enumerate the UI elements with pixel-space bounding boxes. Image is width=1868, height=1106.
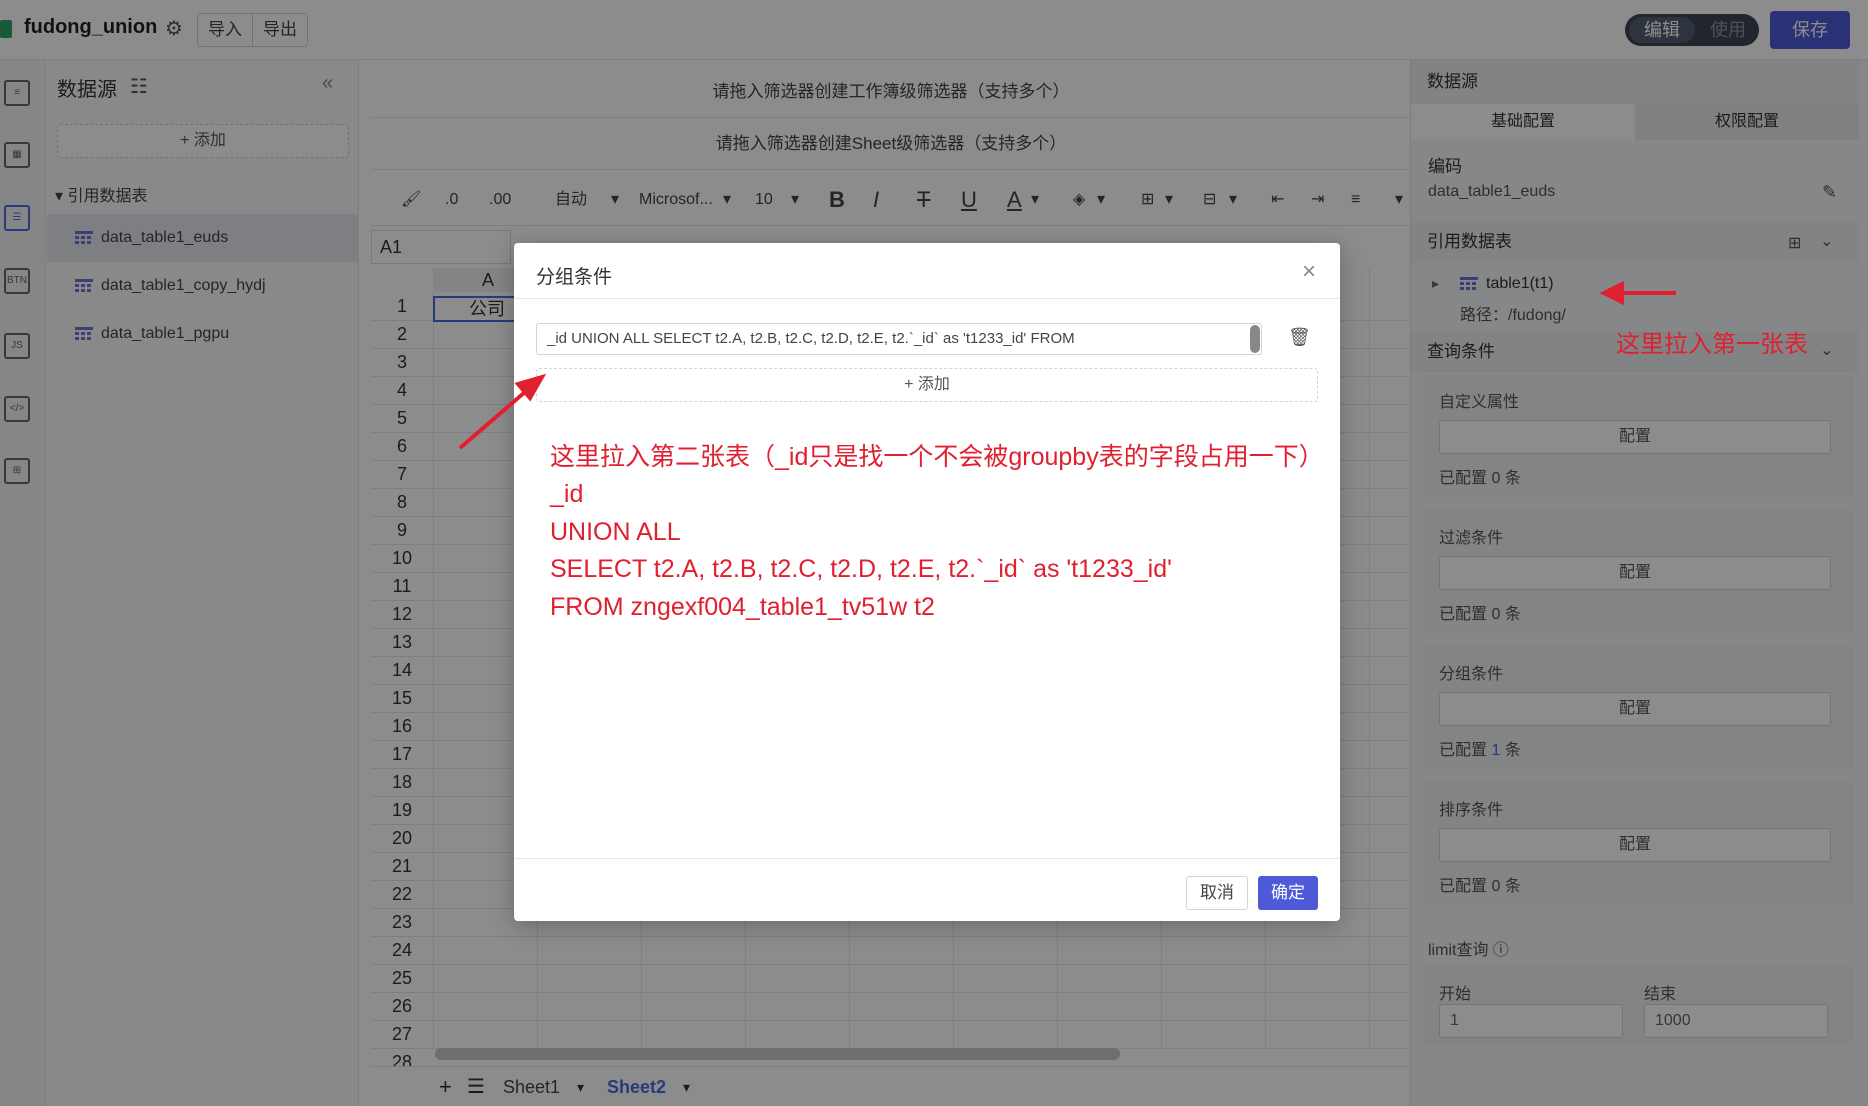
arrowhead <box>1599 280 1624 306</box>
annotation-right: 这里拉入第一张表 <box>1616 331 1808 358</box>
arrow-to-input <box>458 384 534 450</box>
annotation-arrows <box>458 280 1676 450</box>
